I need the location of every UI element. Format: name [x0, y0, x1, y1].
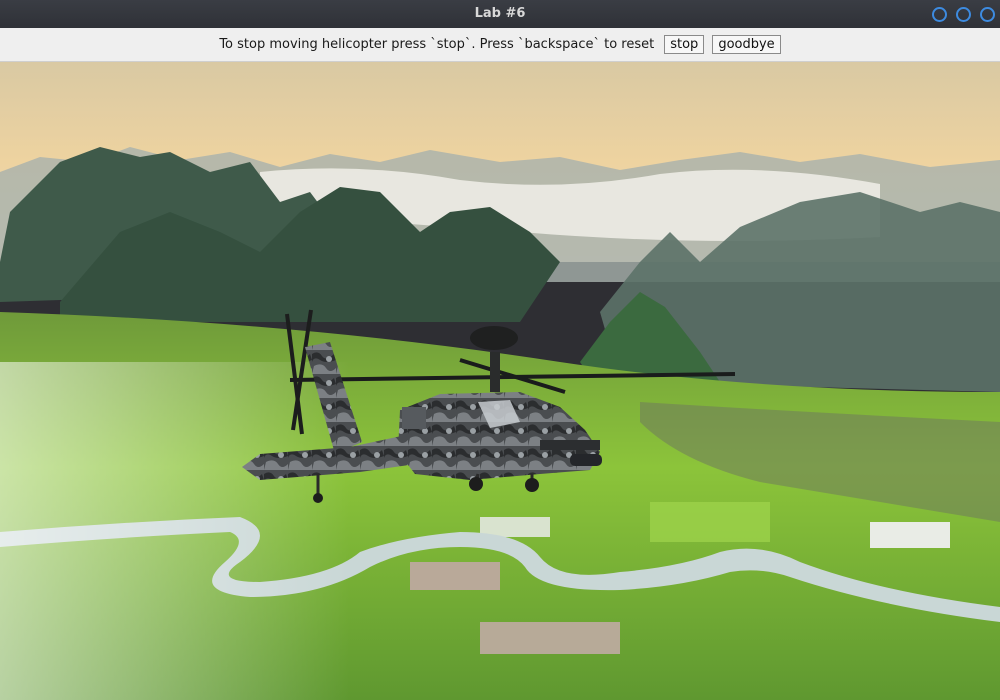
- stub-wing: [540, 440, 600, 450]
- mast-sensor: [470, 326, 518, 350]
- maximize-icon[interactable]: [956, 7, 971, 22]
- engine-intake: [402, 407, 426, 429]
- main-wheel: [469, 477, 483, 491]
- main-wheel: [525, 478, 539, 492]
- rocket-pod: [570, 454, 602, 466]
- render-canvas[interactable]: [0, 62, 1000, 700]
- scene-svg: [0, 62, 1000, 700]
- goodbye-button[interactable]: goodbye: [712, 35, 781, 54]
- title-bar: Lab #6: [0, 0, 1000, 28]
- control-bar: To stop moving helicopter press `stop`. …: [0, 28, 1000, 62]
- tail-wheel: [313, 493, 323, 503]
- close-icon[interactable]: [980, 7, 995, 22]
- instructions-label: To stop moving helicopter press `stop`. …: [219, 37, 655, 52]
- window-title: Lab #6: [474, 6, 526, 21]
- stop-button[interactable]: stop: [664, 35, 705, 54]
- rotor-mast: [490, 352, 500, 392]
- minimize-icon[interactable]: [932, 7, 947, 22]
- app-window: Lab #6 To stop moving helicopter press `…: [0, 0, 1000, 700]
